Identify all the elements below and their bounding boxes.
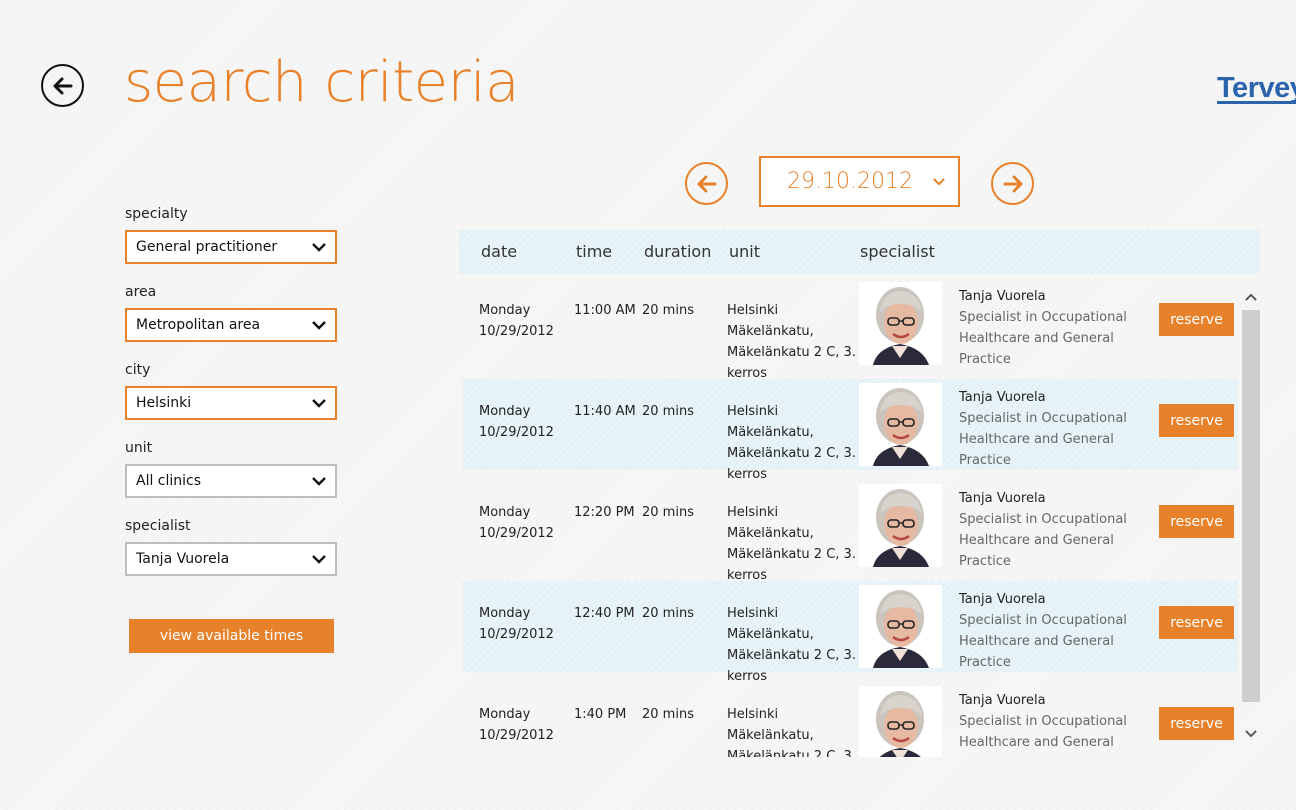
search-form: specialty General practitioner area Metr…	[125, 206, 340, 596]
chevron-down-icon	[1245, 729, 1257, 737]
specialist-title: Specialist in Occupational Healthcare and…	[959, 714, 1127, 757]
row-time: 11:40 AM	[574, 404, 636, 419]
reserve-button[interactable]: reserve	[1159, 303, 1234, 336]
header-time: time	[576, 242, 613, 261]
specialist-title: Specialist in Occupational Healthcare and…	[959, 310, 1127, 367]
unit-label: unit	[125, 440, 153, 456]
row-unit: Helsinki Mäkelänkatu, Mäkelänkatu 2 C, 3.…	[727, 707, 856, 757]
table-row: Monday 10/29/2012 11:40 AM 20 mins Helsin…	[463, 379, 1238, 482]
city-value: Helsinki	[136, 395, 192, 411]
row-unit: Helsinki Mäkelänkatu, Mäkelänkatu 2 C, 3.…	[727, 303, 856, 381]
row-unit: Helsinki Mäkelänkatu, Mäkelänkatu 2 C, 3.…	[727, 505, 856, 583]
chevron-down-icon	[312, 552, 326, 566]
area-label: area	[125, 284, 157, 300]
row-time: 12:40 PM	[574, 606, 635, 621]
specialty-label: specialty	[125, 206, 188, 222]
header-unit: unit	[729, 242, 760, 261]
specialist-title: Specialist in Occupational Healthcare and…	[959, 411, 1127, 468]
results-scrollbar[interactable]	[1242, 280, 1260, 757]
specialist-name: Tanja Vuorela	[959, 491, 1046, 506]
city-select[interactable]: Helsinki	[125, 386, 337, 420]
header-specialist: specialist	[860, 242, 935, 261]
row-date: Monday 10/29/2012	[479, 505, 554, 541]
specialist-select[interactable]: Tanja Vuorela	[125, 542, 337, 576]
reserve-button[interactable]: reserve	[1159, 707, 1234, 740]
date-select[interactable]: 29.10.2012	[759, 156, 960, 207]
unit-value: All clinics	[136, 473, 202, 489]
row-date: Monday 10/29/2012	[479, 606, 554, 642]
row-date: Monday 10/29/2012	[479, 707, 554, 743]
header-date: date	[481, 242, 518, 261]
logo-underline	[1217, 101, 1296, 104]
unit-select[interactable]: All clinics	[125, 464, 337, 498]
city-label: city	[125, 362, 151, 378]
specialist-photo	[859, 686, 942, 757]
specialist-name: Tanja Vuorela	[959, 592, 1046, 607]
row-date: Monday 10/29/2012	[479, 404, 554, 440]
row-unit: Helsinki Mäkelänkatu, Mäkelänkatu 2 C, 3.…	[727, 606, 856, 684]
specialist-value: Tanja Vuorela	[136, 551, 230, 567]
table-row: Monday 10/29/2012 11:00 AM 20 mins Helsin…	[463, 278, 1238, 381]
reserve-button[interactable]: reserve	[1159, 404, 1234, 437]
row-duration: 20 mins	[642, 303, 694, 318]
previous-date-button[interactable]	[685, 162, 728, 205]
specialist-photo	[859, 585, 942, 668]
specialist-title: Specialist in Occupational Healthcare and…	[959, 512, 1127, 569]
table-row: Monday 10/29/2012 1:40 PM 20 mins Helsink…	[463, 682, 1238, 757]
specialist-photo	[859, 484, 942, 567]
results-list: Monday 10/29/2012 11:00 AM 20 mins Helsin…	[463, 278, 1238, 757]
arrow-left-icon	[53, 77, 72, 94]
chevron-up-icon	[1245, 293, 1257, 301]
specialist-name: Tanja Vuorela	[959, 390, 1046, 405]
table-row: Monday 10/29/2012 12:20 PM 20 mins Helsin…	[463, 480, 1238, 583]
specialist-title: Specialist in Occupational Healthcare and…	[959, 613, 1127, 670]
row-date: Monday 10/29/2012	[479, 303, 554, 339]
scrollbar-thumb[interactable]	[1242, 310, 1260, 702]
selected-date: 29.10.2012	[787, 169, 913, 194]
arrow-right-icon	[1003, 175, 1022, 192]
reserve-button[interactable]: reserve	[1159, 505, 1234, 538]
scroll-up-button[interactable]	[1242, 286, 1260, 308]
row-duration: 20 mins	[642, 606, 694, 621]
specialty-value: General practitioner	[136, 239, 278, 255]
row-duration: 20 mins	[642, 404, 694, 419]
specialty-select[interactable]: General practitioner	[125, 230, 337, 264]
reserve-button[interactable]: reserve	[1159, 606, 1234, 639]
results-table-header: date time duration unit specialist	[459, 230, 1260, 274]
specialist-photo	[859, 282, 942, 365]
scroll-down-button[interactable]	[1242, 722, 1260, 744]
specialist-photo	[859, 383, 942, 466]
chevron-down-icon	[312, 240, 326, 254]
arrow-left-icon	[697, 175, 716, 192]
next-date-button[interactable]	[991, 162, 1034, 205]
row-time: 11:00 AM	[574, 303, 636, 318]
chevron-down-icon	[312, 318, 326, 332]
specialist-name: Tanja Vuorela	[959, 693, 1046, 708]
row-duration: 20 mins	[642, 707, 694, 722]
row-duration: 20 mins	[642, 505, 694, 520]
row-unit: Helsinki Mäkelänkatu, Mäkelänkatu 2 C, 3.…	[727, 404, 856, 482]
table-row: Monday 10/29/2012 12:40 PM 20 mins Helsin…	[463, 581, 1238, 684]
header-duration: duration	[644, 242, 712, 261]
back-button[interactable]	[41, 64, 84, 107]
chevron-down-icon	[312, 474, 326, 488]
area-select[interactable]: Metropolitan area	[125, 308, 337, 342]
chevron-down-icon	[312, 396, 326, 410]
row-time: 1:40 PM	[574, 707, 627, 722]
specialist-label: specialist	[125, 518, 191, 534]
page-title: search criteria	[124, 50, 520, 115]
row-time: 12:20 PM	[574, 505, 635, 520]
area-value: Metropolitan area	[136, 317, 261, 333]
chevron-down-icon	[932, 175, 946, 189]
specialist-name: Tanja Vuorela	[959, 289, 1046, 304]
view-available-times-button[interactable]: view available times	[129, 619, 334, 653]
